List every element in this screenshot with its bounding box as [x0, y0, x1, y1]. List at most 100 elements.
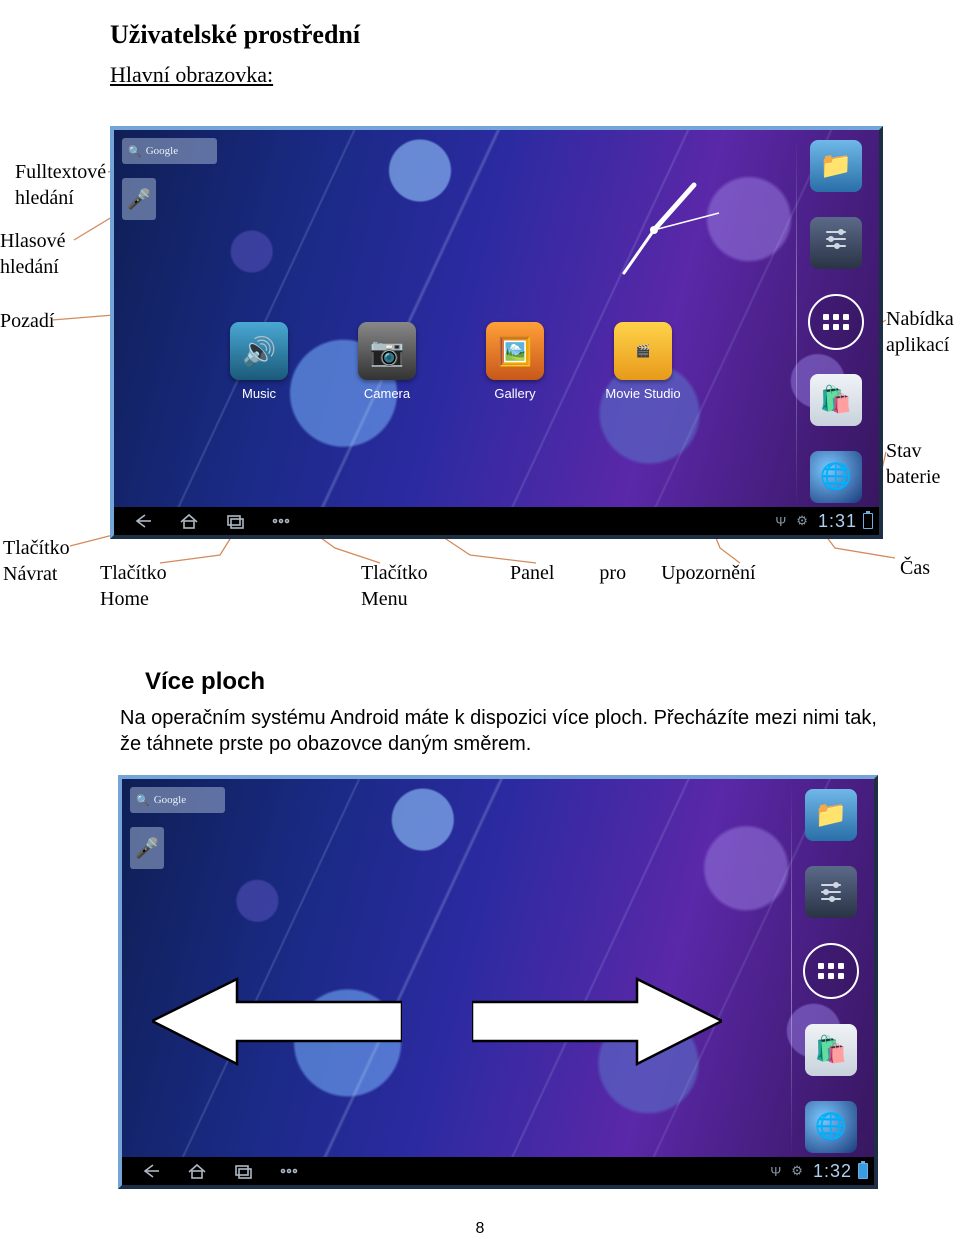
callout-menu-button: Tlačítko Menu	[361, 560, 441, 612]
callout-time: Čas	[900, 555, 960, 581]
dock-app-browser[interactable]: 🌐	[805, 1101, 857, 1153]
search-widget[interactable]: 🔍 Google	[122, 138, 217, 164]
callout-back-button: Tlačítko Návrat	[3, 535, 93, 587]
app-gallery[interactable]: 🖼️ Gallery	[470, 322, 560, 422]
microphone-icon: 🎤	[135, 836, 160, 861]
callout-line1: Tlačítko	[100, 562, 167, 584]
folder-icon: 📁	[820, 151, 852, 181]
page-subtitle: Hlavní obrazovka:	[110, 62, 273, 88]
section-heading: Více ploch	[145, 668, 265, 696]
callout-fulltext-search: Fulltextové hledání	[15, 159, 115, 211]
sliders-icon	[821, 224, 851, 261]
page-title: Uživatelské prostřední	[110, 20, 360, 50]
dock-app-settings[interactable]	[810, 217, 862, 269]
battery-icon	[858, 1163, 868, 1179]
callout-battery: Stav baterie	[886, 438, 960, 490]
all-apps-button[interactable]	[808, 294, 864, 350]
menu-button[interactable]	[258, 509, 304, 533]
folder-icon: 📁	[815, 800, 847, 830]
callout-line1: Stav	[886, 440, 922, 462]
app-shortcut-row: 🔊 Music 📷 Camera 🖼️ Gallery 🎬 Movie Stud…	[214, 322, 764, 422]
system-bar: Ψ ⚙ 1:31	[114, 507, 879, 535]
movie-icon: 🎬	[614, 322, 672, 380]
callout-line2: baterie	[886, 466, 940, 488]
analog-clock-widget[interactable]	[549, 165, 759, 295]
callout-line2: aplikací	[886, 334, 949, 356]
swipe-left-arrow	[152, 974, 402, 1069]
microphone-icon: 🎤	[127, 187, 152, 212]
dock-app-store[interactable]: 🛍️	[810, 374, 862, 426]
page-number: 8	[0, 1220, 960, 1238]
dock: 📁 🛍️ 🌐	[800, 789, 862, 1153]
app-label: Movie Studio	[605, 386, 680, 401]
callout-line1: Tlačítko	[3, 537, 70, 559]
shopping-bag-icon: 🛍️	[815, 1035, 847, 1065]
callout-voice-search: Hlasové hledání	[0, 228, 85, 280]
page: Uživatelské prostřední Hlavní obrazovka:…	[0, 0, 960, 1250]
callout-line2: Home	[100, 588, 149, 610]
recents-button[interactable]	[220, 1159, 266, 1183]
dock-app-file-explorer[interactable]: 📁	[805, 789, 857, 841]
shopping-bag-icon: 🛍️	[820, 385, 852, 415]
recents-button[interactable]	[212, 509, 258, 533]
music-icon: 🔊	[230, 322, 288, 380]
dock-app-settings[interactable]	[805, 866, 857, 918]
search-icon: 🔍	[136, 794, 150, 807]
dock-app-file-explorer[interactable]: 📁	[810, 140, 862, 192]
callout-wallpaper: Pozadí	[0, 308, 60, 334]
callout-line1: Hlasové	[0, 230, 66, 252]
app-camera[interactable]: 📷 Camera	[342, 322, 432, 422]
voice-search-widget[interactable]: 🎤	[130, 827, 164, 869]
dock-divider	[796, 136, 797, 507]
dock-divider	[791, 785, 792, 1157]
search-widget[interactable]: 🔍 Google	[130, 787, 225, 813]
debug-icon[interactable]: ⚙	[791, 1163, 803, 1179]
section-body: Na operačním systému Android máte k disp…	[120, 705, 890, 757]
apps-grid-icon	[818, 963, 844, 979]
gallery-icon: 🖼️	[486, 322, 544, 380]
back-button[interactable]	[120, 509, 166, 533]
app-music[interactable]: 🔊 Music	[214, 322, 304, 422]
callout-apps-menu: Nabídka aplikací	[886, 306, 960, 358]
usb-icon[interactable]: Ψ	[770, 1164, 781, 1179]
app-movie-studio[interactable]: 🎬 Movie Studio	[598, 322, 688, 422]
sliders-icon	[816, 877, 846, 907]
search-icon: 🔍	[128, 145, 142, 158]
system-bar: Ψ ⚙ 1:32	[122, 1157, 874, 1185]
callout-line1: Fulltextové	[15, 161, 106, 183]
apps-grid-icon	[823, 314, 849, 330]
globe-icon: 🌐	[815, 1112, 847, 1142]
callout-home-button: Tlačítko Home	[100, 560, 190, 612]
usb-icon[interactable]: Ψ	[775, 514, 786, 529]
callout-line2: Menu	[361, 588, 408, 610]
camera-icon: 📷	[358, 322, 416, 380]
globe-icon: 🌐	[820, 462, 852, 492]
home-screen-screenshot-2: 🔍 Google 🎤 📁 🛍️ 🌐	[118, 775, 878, 1189]
search-label: Google	[146, 145, 178, 157]
search-label: Google	[154, 794, 186, 806]
callout-line1: Nabídka	[886, 308, 954, 330]
callout-line1: Tlačítko	[361, 562, 428, 584]
dock: 📁 🛍️ 🌐	[805, 140, 867, 503]
battery-icon	[863, 513, 873, 529]
callout-notification-panel: Panel pro Upozornění	[510, 560, 770, 586]
statusbar-clock[interactable]: 1:32	[813, 1161, 852, 1182]
home-screen-screenshot-1: 🔍 Google 🎤 📁	[110, 126, 883, 539]
voice-search-widget[interactable]: 🎤	[122, 178, 156, 220]
home-button[interactable]	[174, 1159, 220, 1183]
debug-icon[interactable]: ⚙	[796, 513, 808, 529]
app-label: Camera	[364, 386, 410, 401]
menu-button[interactable]	[266, 1159, 312, 1183]
dock-app-store[interactable]: 🛍️	[805, 1024, 857, 1076]
callout-line2: hledání	[0, 256, 59, 278]
callout-line2: hledání	[15, 187, 74, 209]
statusbar-clock[interactable]: 1:31	[818, 511, 857, 532]
all-apps-button[interactable]	[803, 943, 859, 999]
home-button[interactable]	[166, 509, 212, 533]
app-label: Gallery	[494, 386, 535, 401]
dock-app-browser[interactable]: 🌐	[810, 451, 862, 503]
callout-line2: Návrat	[3, 563, 57, 585]
back-button[interactable]	[128, 1159, 174, 1183]
app-label: Music	[242, 386, 276, 401]
swipe-right-arrow	[472, 974, 722, 1069]
